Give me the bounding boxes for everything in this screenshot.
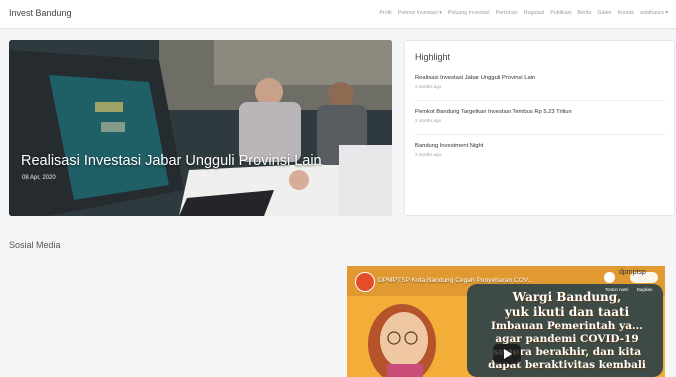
youtube-video-embed[interactable]: DPMPTSP Kota Bandung Cegah Penyebaran CO… (347, 266, 665, 377)
caption-line: yuk ikuti dan taati (504, 305, 630, 319)
share-badge: dpmptsp (619, 269, 646, 276)
watch-later-icon[interactable] (604, 272, 615, 283)
highlight-item[interactable]: Realisasi Investasi Jabar Ungguli Provin… (415, 75, 665, 89)
channel-avatar[interactable] (355, 272, 375, 292)
social-media-heading: Sosial Media (9, 240, 61, 250)
highlight-item[interactable]: Pemkot Bandung Targetkan Investasi Tembu… (415, 109, 665, 123)
top-navbar: Invest Bandung Profil Potensi Investasi … (0, 0, 676, 29)
highlight-item-title[interactable]: Pemkot Bandung Targetkan Investasi Tembu… (415, 109, 665, 115)
divider (415, 100, 665, 101)
play-icon[interactable] (493, 344, 521, 364)
nav-peluang-investasi[interactable]: Peluang Investasi (448, 10, 490, 16)
highlight-item-title[interactable]: Realisasi Investasi Jabar Ungguli Provin… (415, 75, 665, 81)
video-title[interactable]: DPMPTSP Kota Bandung Cegah Penyebaran CO… (378, 277, 533, 284)
highlight-item[interactable]: Bandung Investment Night 2 months ago (415, 143, 665, 157)
nav-language[interactable]: adathaura ▾ (640, 10, 668, 16)
caption-line: Wargi Bandung, (512, 290, 622, 304)
caption-line: Imbauan Pemerintah ya... (491, 320, 643, 332)
nav-potensi-investasi[interactable]: Potensi Investasi ▾ (398, 10, 442, 16)
hero-date: 08 Apr, 2020 (22, 175, 56, 181)
nav-berita[interactable]: Berita (578, 10, 592, 16)
highlight-title: Highlight (415, 52, 451, 62)
divider (415, 134, 665, 135)
highlight-item-title[interactable]: Bandung Investment Night (415, 143, 665, 149)
highlight-card: Highlight Realisasi Investasi Jabar Ungg… (404, 40, 675, 216)
nav-kontak[interactable]: Kontak (618, 10, 635, 16)
main-menu: Profil Potensi Investasi ▾ Peluang Inves… (380, 10, 669, 16)
nav-profil[interactable]: Profil (380, 10, 392, 16)
nav-publikasi[interactable]: Publikasi (550, 10, 571, 16)
highlight-item-time: 2 months ago (415, 152, 442, 157)
hero-news-banner[interactable]: Realisasi Investasi Jabar Ungguli Provin… (9, 40, 392, 216)
nav-perizinan[interactable]: Perizinan (496, 10, 518, 16)
nav-galeri[interactable]: Galeri (597, 10, 611, 16)
nav-regulasi[interactable]: Regulasi (524, 10, 545, 16)
hero-title[interactable]: Realisasi Investasi Jabar Ungguli Provin… (21, 153, 322, 169)
highlight-item-time: 2 months ago (415, 84, 442, 89)
brand-logo-text[interactable]: Invest Bandung (9, 8, 72, 18)
hero-photo (9, 40, 392, 216)
highlight-item-time: 2 months ago (415, 118, 442, 123)
